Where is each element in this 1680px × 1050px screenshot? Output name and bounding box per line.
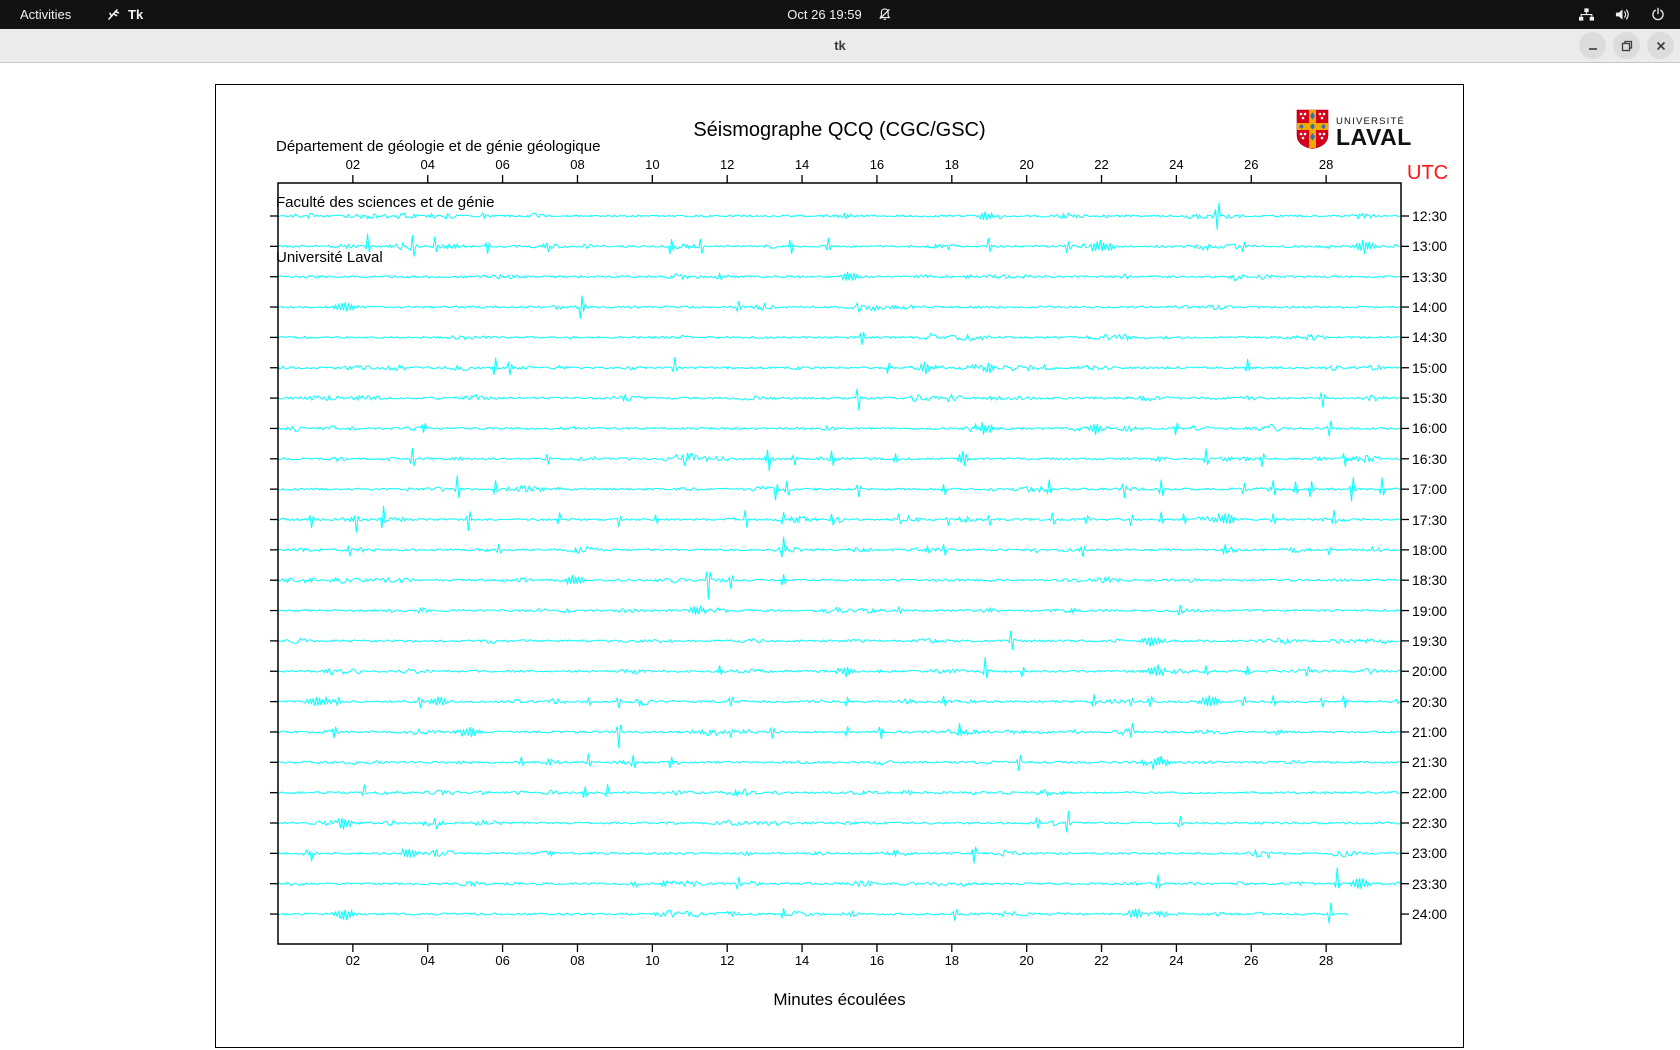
- x-tick-label-top: 08: [570, 157, 585, 172]
- x-tick-label-top: 26: [1244, 157, 1259, 172]
- row-time-label: 19:30: [1412, 632, 1448, 649]
- x-tick-label-bottom: 26: [1244, 953, 1259, 968]
- row-time-label: 21:30: [1412, 754, 1448, 771]
- x-tick-label-bottom: 18: [944, 953, 960, 968]
- row-time-label: 14:30: [1412, 329, 1448, 346]
- x-tick-label-bottom: 24: [1169, 953, 1184, 968]
- row-time-label: 24:00: [1412, 906, 1448, 923]
- utc-axis-title: UTC: [1407, 162, 1449, 184]
- x-tick-label-top: 28: [1318, 157, 1334, 172]
- row-time-label: 22:30: [1412, 815, 1448, 831]
- x-axis-title: Minutes écoulées: [773, 990, 906, 1009]
- x-tick-label-top: 22: [1094, 157, 1109, 172]
- activities-button[interactable]: Activities: [14, 0, 77, 29]
- focused-app-indicator[interactable]: Tk: [106, 0, 143, 29]
- x-tick-label-top: 02: [345, 157, 361, 172]
- row-time-label: 16:30: [1412, 450, 1448, 467]
- row-time-label: 15:30: [1412, 390, 1448, 407]
- x-tick-label-bottom: 06: [495, 953, 510, 968]
- x-tick-label-top: 20: [1019, 157, 1034, 172]
- row-time-label: 19:00: [1412, 602, 1448, 619]
- logo-text-laval: LAVAL: [1336, 124, 1412, 150]
- close-button[interactable]: [1647, 32, 1674, 59]
- window-title: tk: [834, 38, 846, 53]
- network-icon: [1578, 7, 1595, 22]
- row-time-label: 18:00: [1412, 541, 1448, 558]
- row-time-label: 18:30: [1412, 572, 1448, 589]
- x-tick-label-bottom: 28: [1318, 953, 1334, 968]
- row-time-label: 13:30: [1412, 268, 1448, 285]
- focused-app-label: Tk: [128, 7, 144, 22]
- tk-app-icon: [106, 7, 121, 22]
- volume-icon: [1614, 7, 1631, 22]
- maximize-restore-button[interactable]: [1613, 32, 1640, 59]
- x-tick-label-top: 12: [719, 157, 735, 172]
- x-tick-label-top: 24: [1169, 157, 1184, 172]
- system-top-bar: Activities Tk Oct 26 19:59: [0, 0, 1680, 29]
- seismograph-canvas: Département de géologie et de génie géol…: [215, 84, 1464, 1048]
- x-tick-label-top: 14: [794, 157, 810, 172]
- x-tick-label-bottom: 12: [719, 953, 735, 968]
- plot-title: Séismographe QCQ (CGC/GSC): [693, 119, 986, 141]
- x-tick-label-top: 06: [495, 157, 510, 172]
- x-tick-label-top: 16: [869, 157, 885, 172]
- x-tick-label-bottom: 20: [1019, 953, 1034, 968]
- clock-text: Oct 26 19:59: [787, 7, 862, 22]
- row-time-label: 17:00: [1412, 481, 1448, 498]
- x-tick-label-bottom: 04: [420, 953, 435, 968]
- row-time-label: 13:00: [1412, 238, 1448, 255]
- x-tick-label-bottom: 02: [345, 953, 361, 968]
- minimize-button[interactable]: [1579, 32, 1606, 59]
- universite-laval-logo: UNIVERSITÉ LAVAL: [1296, 109, 1412, 154]
- system-status-area[interactable]: [1578, 0, 1666, 29]
- row-time-label: 21:00: [1412, 723, 1448, 740]
- row-time-label: 23:30: [1412, 875, 1448, 892]
- row-time-label: 20:00: [1412, 663, 1448, 680]
- laval-shield-icon: [1296, 109, 1329, 154]
- x-tick-label-bottom: 14: [794, 953, 810, 968]
- x-tick-label-top: 10: [645, 157, 660, 172]
- row-time-label: 14:00: [1412, 299, 1448, 316]
- window-titlebar[interactable]: tk: [0, 29, 1680, 63]
- row-time-label: 17:30: [1412, 511, 1448, 528]
- row-time-label: 22:00: [1412, 784, 1448, 801]
- x-tick-label-bottom: 10: [645, 953, 660, 968]
- row-time-label: 12:30: [1412, 208, 1448, 224]
- notifications-muted-icon: [878, 7, 893, 22]
- x-tick-label-bottom: 16: [869, 953, 885, 968]
- x-tick-label-bottom: 22: [1094, 953, 1109, 968]
- row-time-label: 16:00: [1412, 420, 1448, 437]
- desktop-screen: Activities Tk Oct 26 19:59 tk Départemen…: [0, 0, 1680, 1050]
- row-time-label: 15:00: [1412, 359, 1448, 376]
- clock-area[interactable]: Oct 26 19:59: [787, 0, 892, 29]
- x-tick-label-bottom: 08: [570, 953, 585, 968]
- row-time-label: 20:30: [1412, 693, 1448, 710]
- seismogram-plot: [270, 175, 1409, 952]
- x-tick-label-top: 04: [420, 157, 435, 172]
- row-time-label: 23:00: [1412, 845, 1448, 862]
- power-icon: [1650, 7, 1666, 22]
- x-tick-label-top: 18: [944, 157, 960, 172]
